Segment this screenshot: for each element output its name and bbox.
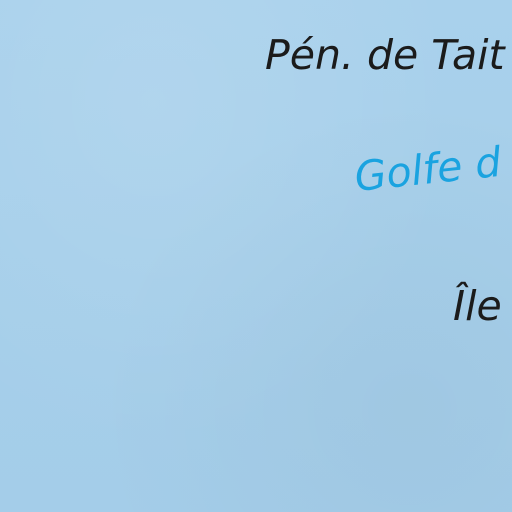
peninsula-label: Pén. de Tait bbox=[265, 31, 505, 79]
island-label: Île bbox=[453, 282, 502, 330]
gulf-label: Golfe d bbox=[352, 137, 504, 201]
map-canvas[interactable]: Pén. de Tait Golfe d Île bbox=[0, 0, 512, 512]
